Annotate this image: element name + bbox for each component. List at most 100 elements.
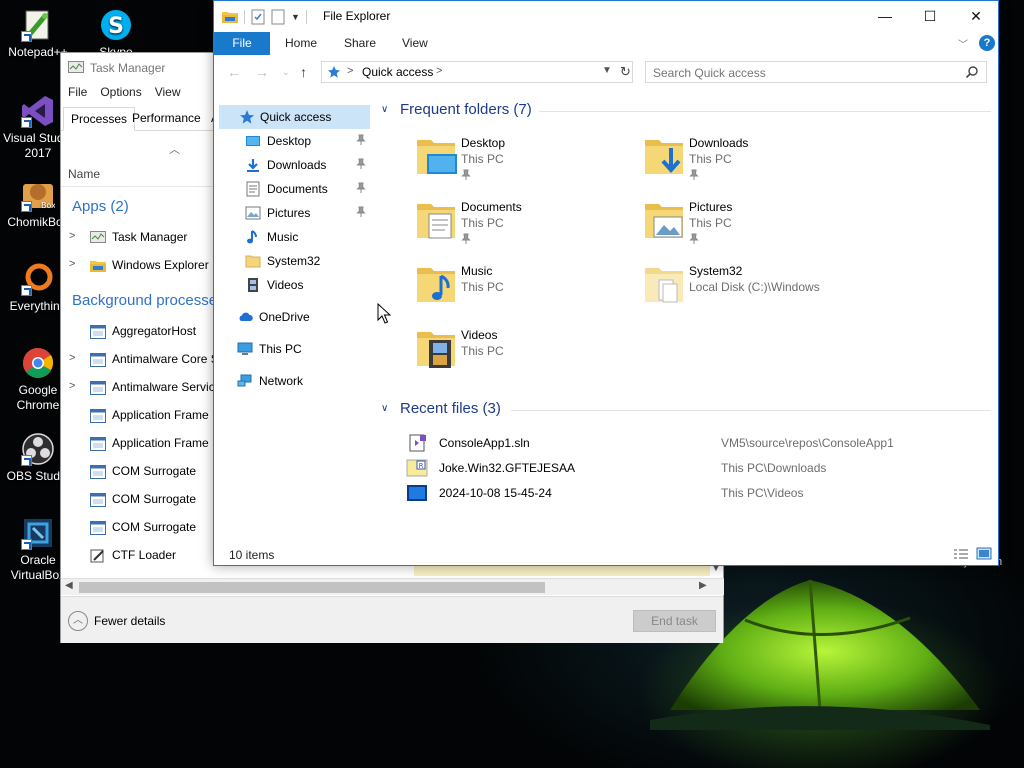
back-arrow-icon[interactable]: ←: [227, 64, 241, 80]
process-row[interactable]: AggregatorHost: [61, 318, 221, 346]
scroll-right-arrow-icon[interactable]: ▶: [699, 580, 707, 591]
nav-label: Music: [267, 230, 299, 244]
nav-item-quick-access[interactable]: Quick access: [219, 105, 370, 129]
help-icon[interactable]: ?: [979, 35, 995, 51]
properties-icon[interactable]: [251, 9, 265, 25]
pin-icon[interactable]: [356, 206, 366, 218]
process-name: CTF Loader: [112, 548, 177, 562]
pin-icon[interactable]: [689, 233, 699, 245]
folder-icon[interactable]: [222, 10, 238, 24]
process-row[interactable]: > Antimalware Core Service: [61, 346, 251, 374]
up-arrow-icon[interactable]: ↑: [300, 64, 307, 80]
recent-file-row[interactable]: R Joke.Win32.GFTEJESAA This PC\Downloads: [406, 457, 996, 479]
recent-file-path: This PC\Videos: [721, 486, 804, 500]
section-header-frequent-folders[interactable]: ∨ Frequent folders (7): [379, 101, 991, 121]
expand-chevron-icon[interactable]: >: [69, 230, 75, 242]
folder-tile[interactable]: System32 Local Disk (C:)\Windows: [643, 262, 863, 322]
menu-options[interactable]: Options: [93, 85, 147, 105]
nav-item-network[interactable]: Network: [214, 369, 370, 393]
forward-arrow-icon[interactable]: →: [255, 64, 269, 80]
horizontal-scrollbar[interactable]: ◀ ▶: [61, 578, 724, 595]
nav-item-onedrive[interactable]: OneDrive: [214, 305, 370, 329]
process-row[interactable]: COM Surrogate: [61, 486, 221, 514]
recent-file-row[interactable]: ConsoleApp1.sln VM5\source\repos\Console…: [406, 432, 996, 454]
desktop-icon-skype[interactable]: S Skype: [78, 8, 154, 57]
customize-toolbar-chevron-icon[interactable]: ▼: [291, 12, 300, 22]
tab-performance[interactable]: Performance: [125, 107, 208, 131]
process-row[interactable]: COM Surrogate: [61, 458, 221, 486]
process-row[interactable]: Application Frame Host: [61, 402, 237, 430]
address-bar[interactable]: > Quick access > ▼ ↻: [321, 61, 633, 83]
breadcrumb-separator-icon[interactable]: >: [436, 65, 442, 77]
status-bar: 10 items: [214, 544, 998, 565]
pin-icon[interactable]: [461, 233, 471, 245]
search-icon[interactable]: [965, 65, 979, 79]
scrollbar-thumb[interactable]: [79, 582, 545, 593]
nav-item-music[interactable]: Music: [214, 225, 370, 249]
nav-item-documents[interactable]: Documents: [214, 177, 370, 201]
nav-item-pictures[interactable]: Pictures: [214, 201, 370, 225]
pin-icon[interactable]: [461, 169, 471, 181]
pin-icon[interactable]: [356, 182, 366, 194]
folder-tile[interactable]: Desktop This PC: [415, 134, 635, 194]
tab-home[interactable]: Home: [271, 32, 331, 55]
chevron-up-circle-icon[interactable]: ︿: [68, 611, 88, 631]
expand-ribbon-chevron-icon[interactable]: ﹀: [958, 36, 968, 51]
process-window-icon: [90, 465, 106, 479]
section-header-recent-files[interactable]: ∨ Recent files (3): [379, 400, 991, 420]
close-button[interactable]: ✕: [953, 1, 999, 32]
end-task-button[interactable]: End task: [633, 610, 716, 632]
file-explorer-titlebar[interactable]: ▼ File Explorer — ☐ ✕: [214, 1, 998, 32]
menu-view[interactable]: View: [148, 85, 187, 105]
nav-item-system32[interactable]: System32: [214, 249, 370, 273]
refresh-icon[interactable]: ↻: [620, 64, 631, 80]
expand-chevron-icon[interactable]: >: [69, 380, 75, 392]
collapse-chevron-icon[interactable]: ∨: [381, 403, 388, 414]
minimize-button[interactable]: —: [862, 1, 908, 32]
new-folder-icon[interactable]: [271, 9, 285, 25]
fewer-details-link[interactable]: Fewer details: [94, 614, 165, 628]
collapse-chevron-icon[interactable]: ∨: [381, 104, 388, 115]
process-row[interactable]: > Windows Explorer: [61, 252, 221, 280]
sort-chevron-up-icon[interactable]: ︿: [169, 141, 180, 157]
folder-tile[interactable]: Music This PC: [415, 262, 635, 322]
tab-file[interactable]: File: [214, 32, 270, 55]
folder-tile[interactable]: Documents This PC: [415, 198, 635, 258]
nav-item-videos[interactable]: Videos: [214, 273, 370, 297]
shortcut-arrow-icon: [21, 455, 32, 466]
nav-item-downloads[interactable]: Downloads: [214, 153, 370, 177]
expand-chevron-icon[interactable]: >: [69, 352, 75, 364]
breadcrumb-quick-access[interactable]: Quick access: [362, 65, 433, 79]
pin-icon[interactable]: [356, 134, 366, 146]
recent-locations-chevron-icon[interactable]: ⌄: [282, 67, 290, 78]
scroll-left-arrow-icon[interactable]: ◀: [65, 580, 73, 591]
details-view-icon[interactable]: [953, 548, 969, 560]
maximize-button[interactable]: ☐: [907, 1, 953, 32]
process-row[interactable]: > Antimalware Service Executable: [61, 374, 284, 402]
breadcrumb-separator-icon[interactable]: >: [347, 65, 353, 77]
large-icons-view-icon[interactable]: [976, 547, 992, 560]
process-row[interactable]: > Task Manager: [61, 224, 221, 252]
search-placeholder: Search Quick access: [653, 66, 766, 80]
process-row[interactable]: Application Frame Host: [61, 430, 237, 458]
folder-tile[interactable]: Videos This PC: [415, 326, 635, 386]
recent-file-row[interactable]: 2024-10-08 15-45-24 This PC\Videos: [406, 482, 996, 504]
process-row[interactable]: COM Surrogate: [61, 514, 221, 542]
folder-tile[interactable]: Pictures This PC: [643, 198, 863, 258]
address-dropdown-chevron-icon[interactable]: ▼: [602, 65, 612, 76]
tab-view[interactable]: View: [388, 32, 442, 55]
tab-share[interactable]: Share: [330, 32, 390, 55]
process-row[interactable]: CTF Loader: [61, 542, 221, 570]
folder-location: Local Disk (C:)\Windows: [689, 280, 820, 294]
menu-file[interactable]: File: [61, 85, 93, 105]
shortcut-arrow-icon: [21, 285, 32, 296]
nav-item-this-pc[interactable]: This PC: [214, 337, 370, 361]
search-box[interactable]: Search Quick access: [645, 61, 987, 83]
registry-file-icon: R: [406, 459, 428, 477]
pin-icon[interactable]: [689, 169, 699, 181]
nav-item-desktop[interactable]: Desktop: [214, 129, 370, 153]
mouse-cursor-icon: [377, 303, 391, 324]
pin-icon[interactable]: [356, 158, 366, 170]
expand-chevron-icon[interactable]: >: [69, 258, 75, 270]
folder-tile[interactable]: Downloads This PC: [643, 134, 863, 194]
